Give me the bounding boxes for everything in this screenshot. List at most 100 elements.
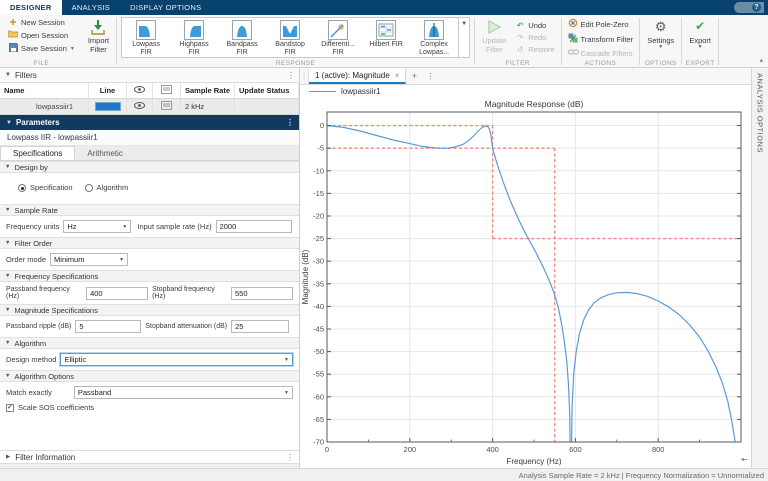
ribbon: ✚ New Session Open Session Save Session … (0, 15, 768, 68)
collapse-triangle-icon: ▼ (5, 340, 11, 346)
parameters-subtitle: Lowpass IIR - lowpassiir1 (0, 130, 299, 146)
svg-text:-10: -10 (313, 166, 324, 175)
collapse-triangle-icon: ▼ (5, 207, 11, 213)
plot-document-area: ⁞ 1 (active): Magnitude × + ⋮ lowpassiir… (300, 68, 751, 468)
gallery-item-bandstop-fir[interactable]: Bandstop FIR (266, 18, 314, 57)
open-session-button[interactable]: Open Session (6, 29, 70, 41)
stopband-attenuation-field[interactable] (231, 320, 290, 333)
svg-text:Frequency (Hz): Frequency (Hz) (506, 457, 561, 466)
eye-icon (134, 102, 145, 111)
frequency-specs-body: Passband frequency (Hz) Stopband frequen… (0, 282, 299, 304)
line-props-column-header (153, 83, 181, 98)
cascade-filters-button[interactable]: Cascade Filters (566, 47, 635, 59)
collapse-ribbon-icon[interactable]: ▴ (759, 56, 763, 64)
design-by-header[interactable]: ▼ Design by (0, 161, 299, 173)
export-caret-icon: ▼ (697, 44, 703, 50)
svg-text:Magnitude Response (dB): Magnitude Response (dB) (485, 99, 584, 109)
tab-designer[interactable]: DESIGNER (0, 0, 62, 15)
document-menu-icon[interactable]: ⋮ (426, 72, 434, 81)
svg-text:-30: -30 (313, 257, 324, 266)
svg-text:-45: -45 (313, 324, 324, 333)
import-filter-icon (90, 18, 106, 35)
match-exactly-body: Match exactly Passband ▼ (0, 382, 299, 403)
algorithm-header[interactable]: ▼ Algorithm (0, 337, 299, 349)
magnitude-response-chart: 0 200 400 600 800 0 -5 -10 -15 -20 -25 -30 -35 -40 -45… (300, 98, 751, 468)
close-tab-icon[interactable]: × (395, 71, 400, 80)
sample-rate-header[interactable]: ▼ Sample Rate (0, 204, 299, 216)
export-button[interactable]: ✔ Export ▼ (686, 17, 714, 50)
filters-panel-header[interactable]: ▼ Filters ⋮ (0, 68, 299, 83)
tab-arithmetic[interactable]: Arithmetic (75, 146, 135, 160)
line-properties-icon (161, 85, 172, 96)
svg-text:Magnitude (dB): Magnitude (dB) (301, 249, 310, 304)
gallery-item-hilbert-fir[interactable]: Hilbert FIR (362, 18, 410, 57)
gallery-item-lowpass-fir[interactable]: Lowpass FIR (122, 18, 170, 57)
passband-frequency-field[interactable] (86, 286, 149, 300)
frequency-specs-header[interactable]: ▼ Frequency Specifications (0, 270, 299, 282)
filter-order-header[interactable]: ▼ Filter Order (0, 237, 299, 249)
line-swatch-cell[interactable] (89, 99, 127, 114)
parameters-panel-header[interactable]: ▼ Parameters ⋮ (0, 115, 299, 130)
parameters-menu-icon[interactable]: ⋮ (286, 118, 294, 127)
status-text: Analysis Sample Rate = 2 kHz | Frequency… (518, 470, 764, 480)
line-properties-icon (161, 101, 172, 112)
dock-figure-icon[interactable]: ⇤ (741, 455, 748, 464)
update-filter-button[interactable]: Update Filter (479, 17, 509, 55)
visibility-cell[interactable] (127, 99, 153, 114)
line-props-cell[interactable] (153, 99, 181, 114)
filters-table-header: Name Line Sample Rate Update Status (0, 83, 299, 99)
new-tab-button[interactable]: + (406, 68, 422, 84)
gallery-item-highpass-fir[interactable]: Highpass FIR (170, 18, 218, 57)
settings-button[interactable]: ⚙ Settings ▼ (644, 17, 677, 50)
radio-specification[interactable] (18, 183, 26, 192)
svg-text:-70: -70 (313, 438, 324, 447)
collapse-triangle-icon: ▼ (5, 240, 11, 246)
stopband-frequency-field[interactable] (231, 286, 293, 300)
help-button[interactable]: ? (734, 2, 764, 13)
filter-information-header[interactable]: ▶ Filter Information ⋮ (0, 450, 299, 464)
highpass-fir-icon (184, 20, 205, 40)
tab-specifications[interactable]: Specifications (0, 146, 76, 160)
gallery-item-complex-lowpass[interactable]: Complex Lowpas... (410, 18, 458, 57)
collapse-triangle-icon: ▼ (5, 164, 11, 170)
tab-analysis[interactable]: ANALYSIS (62, 0, 121, 15)
restore-button[interactable]: ↺ Restore (513, 44, 556, 55)
import-filter-button[interactable]: Import Filter (85, 17, 112, 55)
chevron-down-icon: ▼ (122, 223, 128, 230)
status-bar: Analysis Sample Rate = 2 kHz | Frequency… (0, 468, 768, 481)
match-exactly-select[interactable]: Passband ▼ (73, 386, 293, 399)
filter-information-menu-icon[interactable]: ⋮ (286, 453, 294, 462)
export-section: ✔ Export ▼ EXPORT (682, 16, 718, 67)
frequency-units-select[interactable]: Hz ▼ (63, 220, 132, 233)
undo-button[interactable]: ↶ Undo (513, 20, 548, 31)
scale-sos-checkbox[interactable]: ✓ (6, 403, 14, 412)
svg-text:-15: -15 (313, 189, 324, 198)
svg-text:400: 400 (486, 445, 499, 454)
magnitude-document-tab[interactable]: 1 (active): Magnitude × (309, 68, 407, 84)
cascade-filters-icon (567, 48, 579, 58)
radio-algorithm[interactable] (84, 183, 93, 192)
actions-section: Edit Pole-Zero Transform Filter Cascade … (562, 16, 640, 67)
tab-grip-icon[interactable]: ⁞ (300, 68, 309, 84)
transform-filter-button[interactable]: Transform Filter (566, 32, 636, 46)
magnitude-specs-header[interactable]: ▼ Magnitude Specifications (0, 304, 299, 316)
analysis-options-strip[interactable]: ANALYSIS OPTIONS (751, 68, 768, 468)
eye-icon (134, 86, 145, 95)
input-sample-rate-field[interactable] (215, 220, 292, 233)
gallery-dropdown-button[interactable]: ▼ (458, 18, 469, 57)
algorithm-options-header[interactable]: ▼ Algorithm Options (0, 370, 299, 382)
filters-menu-icon[interactable]: ⋮ (287, 71, 295, 80)
new-session-button[interactable]: ✚ New Session (6, 17, 67, 28)
import-area: Import Filter (81, 16, 116, 67)
tab-display-options[interactable]: DISPLAY OPTIONS (120, 0, 211, 15)
passband-ripple-field[interactable] (75, 320, 142, 333)
edit-pole-zero-button[interactable]: Edit Pole-Zero (566, 17, 631, 31)
order-mode-select[interactable]: Minimum ▼ (50, 253, 129, 266)
design-method-select[interactable]: Elliptic ▼ (60, 353, 293, 366)
redo-button[interactable]: ↷ Redo (513, 32, 548, 43)
response-section-label: RESPONSE (275, 60, 316, 67)
save-session-button[interactable]: Save Session ▼ (6, 42, 77, 55)
gallery-item-differentiator-fir[interactable]: Differenti... FIR (314, 18, 362, 57)
filter-row-lowpassiir1[interactable]: lowpassiir1 2 kHz (0, 99, 299, 115)
gallery-item-bandpass-fir[interactable]: Bandpass FIR (218, 18, 266, 57)
